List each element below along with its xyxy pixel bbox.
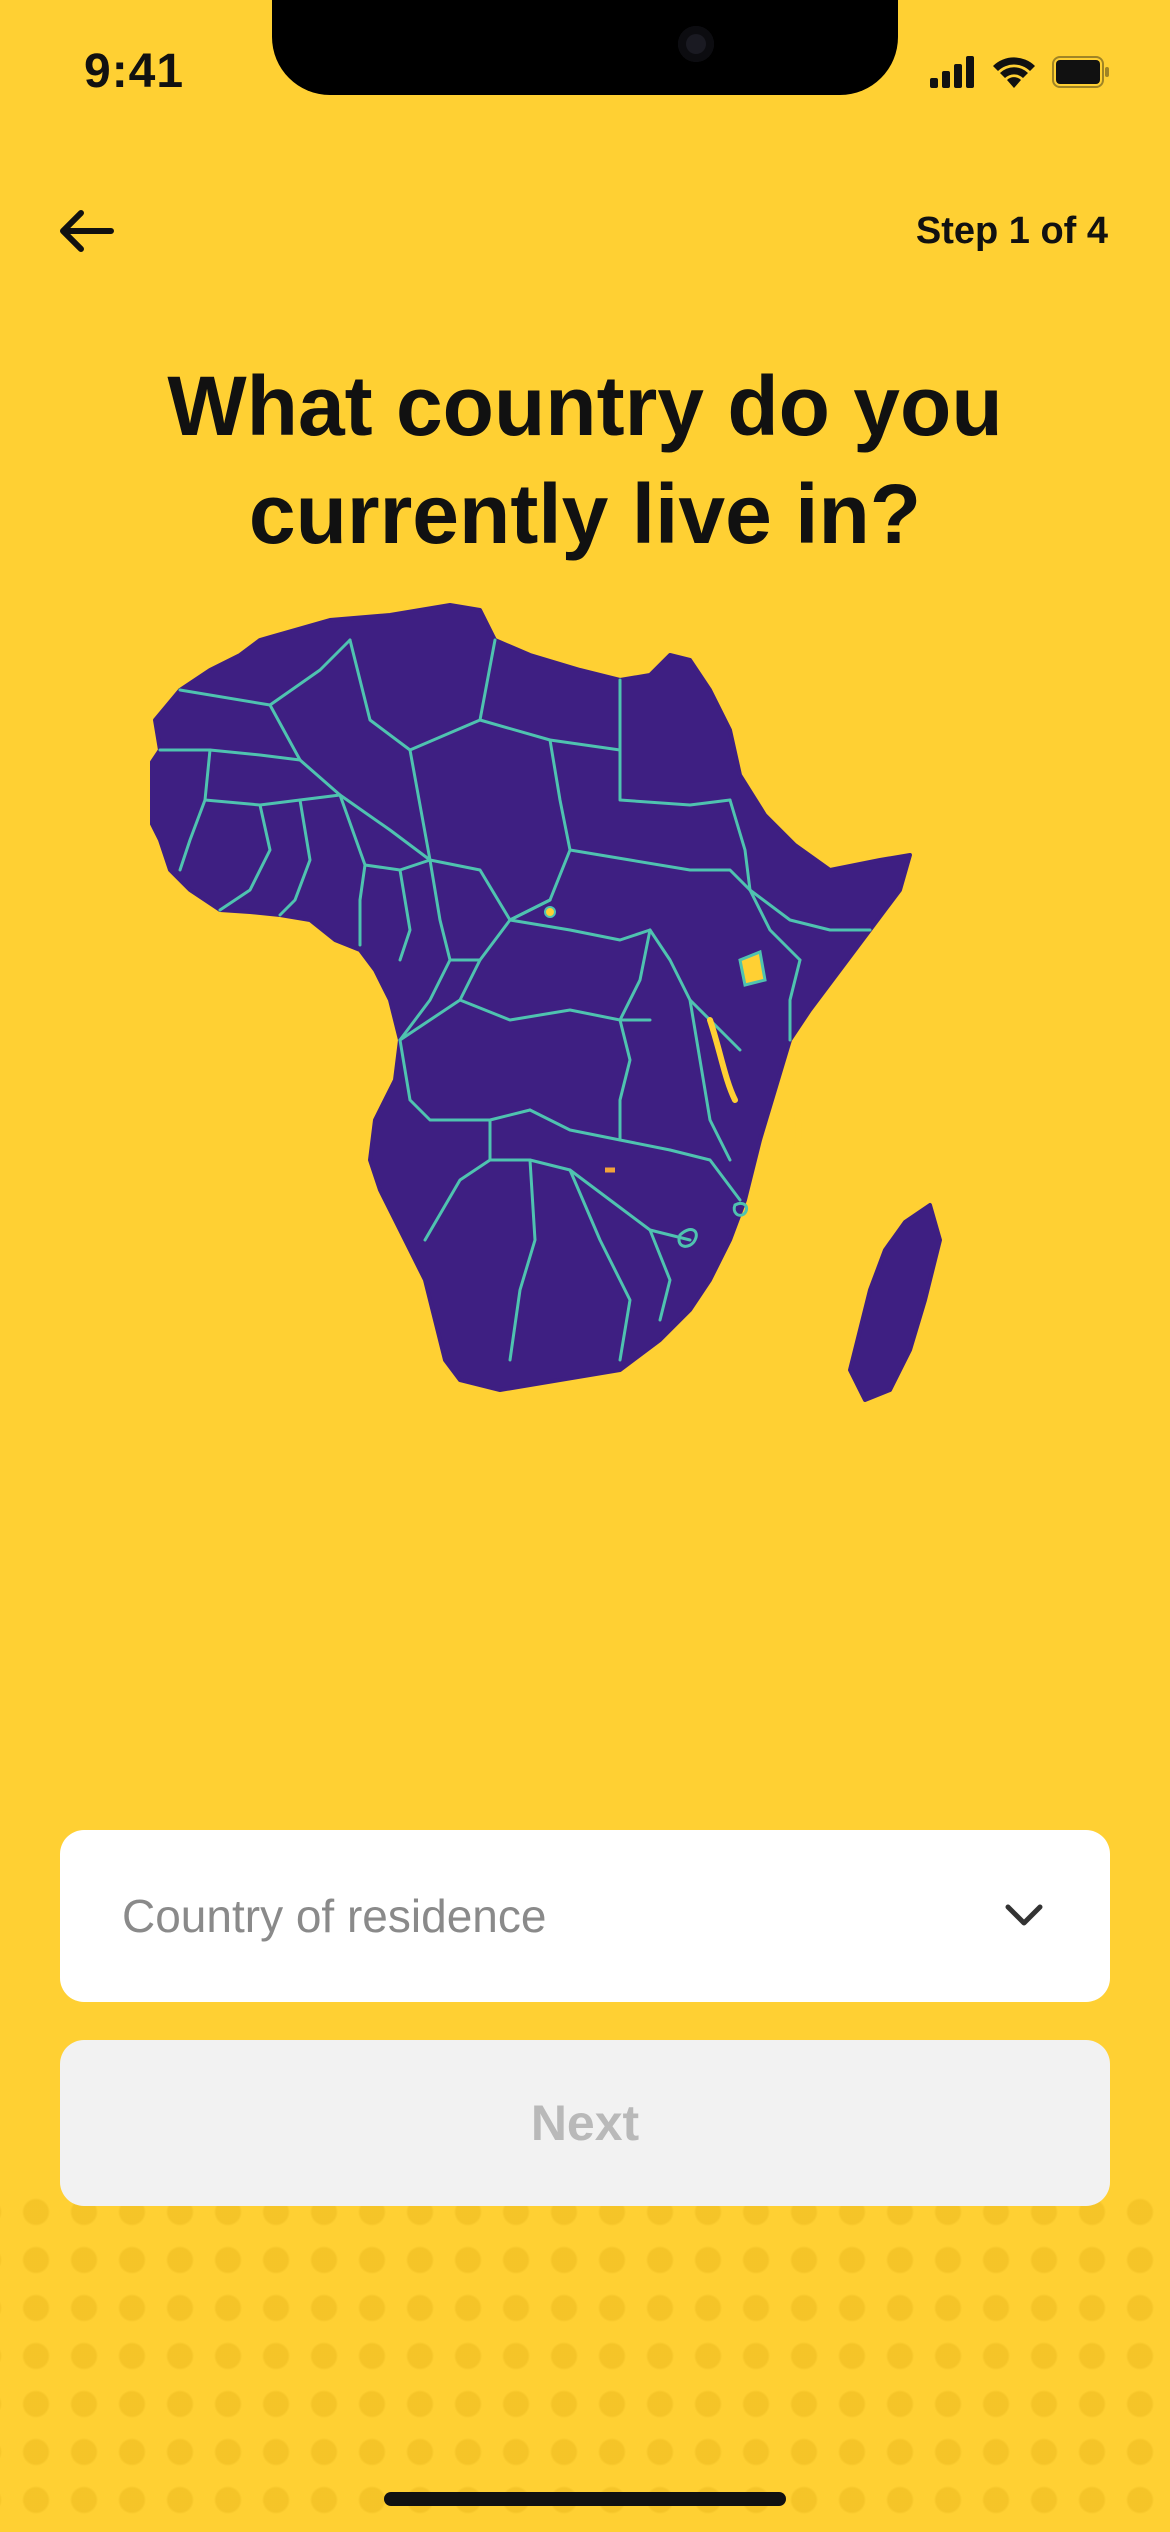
notch [272,0,898,95]
dropdown-placeholder: Country of residence [122,1890,547,1942]
back-button[interactable] [50,196,120,266]
lake-chad [544,906,556,918]
camera [678,26,714,62]
title-line-1: What country do you [167,359,1003,453]
country-of-residence-dropdown[interactable]: Country of residence [60,1830,1110,2002]
next-button[interactable]: Next [60,2040,1110,2206]
home-indicator [384,2492,786,2506]
decorative-pattern [0,2180,1170,2532]
africa-mainland [150,603,912,1392]
title-line-2: currently live in? [248,467,922,561]
battery-icon [1052,56,1109,88]
status-icons [930,54,1110,90]
chevron-down-icon [1000,1892,1048,1940]
arrow-left-icon [60,210,114,252]
madagascar [848,1203,942,1402]
wifi-icon [993,57,1035,88]
page-title: What country do you currently live in? [0,352,1170,568]
signal-icon [930,56,974,88]
lake-malawi [787,1077,802,1163]
step-indicator: Step 1 of 4 [915,210,1108,252]
screen: 9:41 Step 1 of 4 What country do you cur… [0,0,1170,2532]
status-time: 9:41 [84,45,185,98]
status-bar: 9:41 [0,0,1170,140]
lake-victoria [738,949,767,987]
africa-map [150,603,942,1402]
